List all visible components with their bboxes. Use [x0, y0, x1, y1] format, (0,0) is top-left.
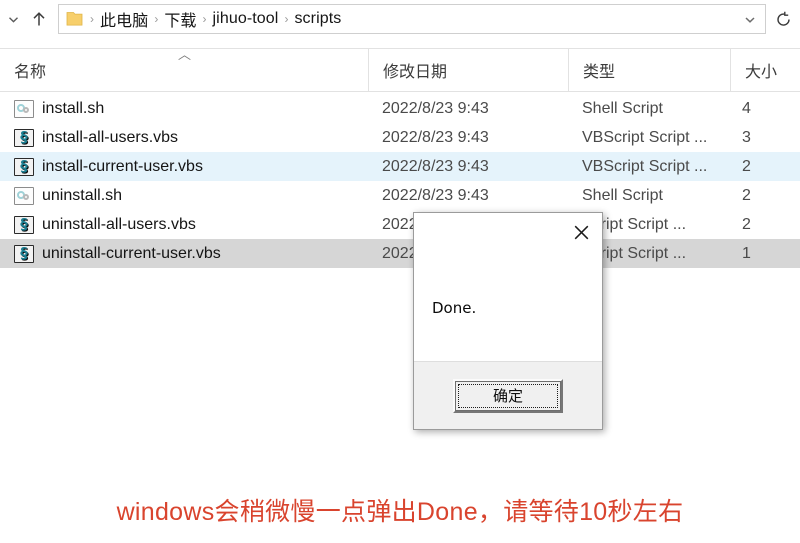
breadcrumb-item-scripts[interactable]: scripts [294, 10, 341, 28]
file-type-cell: Shell Script [582, 186, 663, 204]
column-header-size[interactable]: 大小 [730, 49, 800, 91]
dialog-footer: 确定 [414, 361, 602, 429]
file-date-cell: 2022/8/23 9:43 [382, 157, 489, 175]
file-name-label: install-all-users.vbs [42, 128, 179, 146]
file-size-cell: 2 [742, 215, 751, 233]
vbscript-file-icon: § [14, 215, 34, 234]
column-header-date-label: 修改日期 [383, 64, 448, 81]
breadcrumb-separator: › [284, 12, 289, 26]
table-row[interactable]: install.sh 2022/8/23 9:43 Shell Script 4 [0, 94, 800, 123]
address-dropdown-button[interactable] [743, 13, 757, 26]
refresh-icon [776, 11, 790, 26]
refresh-button[interactable] [766, 4, 800, 34]
file-date-cell: 2022/8/23 9:43 [382, 128, 489, 146]
shell-script-icon [14, 99, 34, 118]
column-header-size-label: 大小 [745, 64, 778, 81]
chevron-down-icon [745, 16, 755, 23]
file-type-cell: VBScript Script ... [582, 128, 708, 146]
file-name-label: uninstall.sh [42, 186, 123, 204]
file-type-cell: Shell Script [582, 99, 663, 117]
dialog-titlebar [414, 213, 602, 251]
column-header-name-label: 名称 [14, 64, 47, 81]
address-bar: › 此电脑 › 下载 › jihuo-tool › scripts [0, 0, 800, 38]
file-name-cell[interactable]: uninstall.sh [14, 186, 123, 205]
column-header-type-label: 类型 [583, 64, 616, 81]
table-row[interactable]: § install-all-users.vbs 2022/8/23 9:43 V… [0, 123, 800, 152]
breadcrumb-separator: › [90, 12, 94, 26]
breadcrumb[interactable]: › 此电脑 › 下载 › jihuo-tool › scripts [58, 4, 766, 34]
ok-button[interactable]: 确定 [453, 378, 563, 413]
table-row[interactable]: § uninstall-all-users.vbs 2022 Script Sc… [0, 210, 800, 239]
file-name-label: uninstall-current-user.vbs [42, 244, 221, 262]
file-size-cell: 3 [742, 128, 751, 146]
file-date-cell: 2022/8/23 9:43 [382, 99, 489, 117]
column-header-date-modified[interactable]: 修改日期 [368, 49, 568, 91]
dialog-message: Done. [432, 299, 477, 317]
file-name-cell[interactable]: install.sh [14, 99, 105, 118]
file-name-label: uninstall-all-users.vbs [42, 215, 196, 233]
back-history-button[interactable] [0, 4, 26, 34]
file-size-cell: 1 [742, 244, 751, 262]
file-list-column-headers: 名称 ︿ 修改日期 类型 大小 [0, 48, 800, 92]
breadcrumb-item-this-pc[interactable]: 此电脑 [100, 7, 148, 31]
file-type-cell: VBScript Script ... [582, 157, 708, 175]
ok-button-focus-ring: 确定 [458, 383, 558, 408]
file-date-cell: 2022/8/23 9:43 [382, 186, 489, 204]
ok-button-label: 确定 [492, 388, 523, 405]
file-size-cell: 4 [742, 99, 751, 117]
vbscript-file-icon: § [14, 128, 34, 147]
breadcrumb-separator: › [202, 12, 207, 26]
vbscript-file-icon: § [14, 244, 34, 263]
file-name-label: install-current-user.vbs [42, 157, 203, 175]
shell-script-icon [14, 186, 34, 205]
file-name-cell[interactable]: § uninstall-current-user.vbs [14, 244, 221, 263]
folder-icon[interactable] [66, 9, 84, 29]
table-row[interactable]: § install-current-user.vbs 2022/8/23 9:4… [0, 152, 800, 181]
chevron-down-icon [8, 16, 18, 23]
close-icon[interactable] [560, 214, 602, 250]
column-header-type[interactable]: 类型 [568, 49, 730, 91]
dialog-body: Done. [414, 251, 602, 361]
annotation-text: windows会稍微慢一点弹出Done，请等待10秒左右 [116, 498, 684, 526]
up-arrow-icon [33, 11, 45, 25]
file-size-cell: 2 [742, 186, 751, 204]
file-name-cell[interactable]: § install-current-user.vbs [14, 157, 203, 176]
breadcrumb-item-downloads[interactable]: 下载 [164, 7, 196, 31]
file-list[interactable]: install.sh 2022/8/23 9:43 Shell Script 4… [0, 94, 800, 279]
table-row[interactable]: uninstall.sh 2022/8/23 9:43 Shell Script… [0, 181, 800, 210]
breadcrumb-separator: › [154, 12, 159, 26]
done-dialog: Done. 确定 [413, 212, 603, 430]
sort-ascending-icon: ︿ [178, 47, 192, 62]
up-one-level-button[interactable] [26, 4, 52, 34]
breadcrumb-item-jihuo-tool[interactable]: jihuo-tool [213, 10, 279, 28]
file-size-cell: 2 [742, 157, 751, 175]
file-name-label: install.sh [42, 99, 105, 117]
table-row[interactable]: § uninstall-current-user.vbs 2022 Script… [0, 239, 800, 268]
file-name-cell[interactable]: § install-all-users.vbs [14, 128, 179, 147]
file-name-cell[interactable]: § uninstall-all-users.vbs [14, 215, 196, 234]
vbscript-file-icon: § [14, 157, 34, 176]
